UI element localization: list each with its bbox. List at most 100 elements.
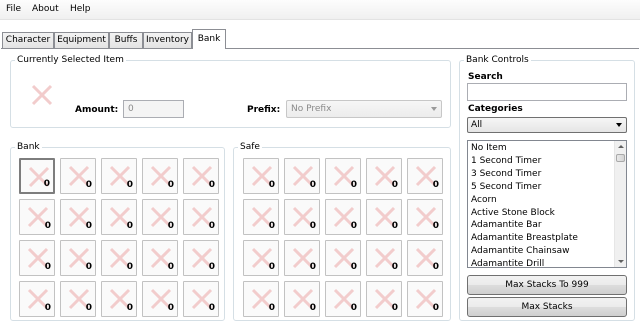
slot-count: 0 (208, 221, 215, 231)
bank-controls-title: Bank Controls (464, 54, 531, 66)
bank-slot[interactable]: 0 (19, 281, 55, 317)
arrow-down-icon (618, 260, 624, 263)
safe-slot[interactable]: 0 (325, 199, 361, 235)
scroll-down-button[interactable] (615, 256, 626, 267)
bank-slot[interactable]: 0 (19, 240, 55, 276)
tab-buffs[interactable]: Buffs (109, 32, 143, 49)
red-x-icon (31, 84, 53, 106)
safe-slot[interactable]: 0 (407, 281, 443, 317)
bank-slot[interactable]: 0 (142, 281, 178, 317)
list-item[interactable]: Adamantite Bar (471, 219, 542, 231)
categories-label: Categories (468, 104, 523, 114)
slot-count: 0 (167, 262, 174, 272)
bank-slot[interactable]: 0 (101, 199, 137, 235)
list-item[interactable]: 3 Second Timer (471, 168, 541, 180)
list-item[interactable]: Adamantite Breastplate (471, 232, 578, 244)
tab-bank[interactable]: Bank (192, 29, 226, 49)
list-item[interactable]: Adamantite Drill (471, 258, 544, 267)
bank-slot[interactable]: 0 (60, 158, 96, 194)
bank-slot[interactable]: 0 (183, 281, 219, 317)
slot-count: 0 (44, 303, 51, 313)
max-stacks-button[interactable]: Max Stacks (467, 297, 627, 317)
bank-slot[interactable]: 0 (183, 240, 219, 276)
list-item[interactable]: No Item (471, 142, 507, 154)
menu-file[interactable]: File (6, 4, 21, 14)
slot-count: 0 (167, 221, 174, 231)
slot-count: 0 (391, 221, 398, 231)
bank-slot[interactable]: 0 (142, 240, 178, 276)
safe-slot[interactable]: 0 (407, 199, 443, 235)
bank-slot[interactable]: 0 (60, 281, 96, 317)
slot-count: 0 (391, 262, 398, 272)
bank-slot[interactable]: 0 (142, 199, 178, 235)
bank-slot[interactable]: 0 (19, 199, 55, 235)
prefix-label: Prefix: (247, 105, 281, 115)
list-item[interactable]: 1 Second Timer (471, 155, 541, 167)
search-input[interactable] (467, 83, 627, 101)
list-scrollbar[interactable] (614, 141, 626, 267)
safe-slot[interactable]: 0 (325, 158, 361, 194)
slot-count: 0 (85, 180, 92, 190)
safe-slot[interactable]: 0 (366, 158, 402, 194)
safe-group: Safe 0 0 0 0 0 0 0 0 0 0 0 0 0 0 0 0 0 0 0 0 (233, 141, 451, 321)
list-item[interactable]: Active Stone Block (471, 207, 555, 219)
safe-slot-grid: 0 0 0 0 0 0 0 0 0 0 0 0 0 0 0 0 0 0 0 0 (243, 158, 443, 317)
bank-slot[interactable]: 0 (19, 158, 55, 194)
tab-equipment[interactable]: Equipment (54, 32, 109, 49)
chevron-down-icon (431, 107, 437, 111)
safe-slot[interactable]: 0 (243, 158, 279, 194)
list-item[interactable]: 5 Second Timer (471, 181, 541, 193)
safe-slot[interactable]: 0 (407, 240, 443, 276)
safe-slot[interactable]: 0 (366, 240, 402, 276)
safe-slot[interactable]: 0 (366, 199, 402, 235)
slot-count: 0 (85, 221, 92, 231)
slot-count: 0 (391, 180, 398, 190)
scroll-up-button[interactable] (615, 141, 626, 152)
prefix-value: No Prefix (291, 104, 332, 114)
list-item[interactable]: Acorn (471, 194, 497, 206)
safe-slot[interactable]: 0 (243, 281, 279, 317)
bank-slot[interactable]: 0 (60, 199, 96, 235)
tab-inventory[interactable]: Inventory (143, 32, 192, 49)
menu-bar: File About Help (0, 0, 640, 20)
bank-slot[interactable]: 0 (183, 199, 219, 235)
safe-slot[interactable]: 0 (366, 281, 402, 317)
bank-slot[interactable]: 0 (60, 240, 96, 276)
bank-slot[interactable]: 0 (101, 158, 137, 194)
amount-field[interactable]: 0 (123, 100, 184, 118)
safe-slot[interactable]: 0 (284, 199, 320, 235)
slot-count: 0 (44, 221, 51, 231)
slot-count: 0 (268, 180, 275, 190)
selected-item-group: Currently Selected Item Amount: 0 Prefix… (10, 54, 451, 128)
list-item[interactable]: Adamantite Chainsaw (471, 245, 569, 257)
safe-slot[interactable]: 0 (284, 240, 320, 276)
prefix-dropdown[interactable]: No Prefix (286, 100, 442, 118)
categories-dropdown[interactable]: All (467, 117, 627, 133)
slot-count: 0 (167, 303, 174, 313)
item-list[interactable]: No Item 1 Second Timer 3 Second Timer 5 Sec… (467, 140, 627, 268)
scroll-thumb[interactable] (616, 154, 625, 162)
bank-slot[interactable]: 0 (142, 158, 178, 194)
menu-help[interactable]: Help (70, 4, 91, 14)
slot-count: 0 (350, 180, 357, 190)
safe-slot[interactable]: 0 (284, 158, 320, 194)
tab-character[interactable]: Character (2, 32, 54, 49)
safe-slot[interactable]: 0 (284, 281, 320, 317)
bank-controls-group: Bank Controls Search Categories All No I… (459, 54, 635, 321)
max-stacks-999-button[interactable]: Max Stacks To 999 (467, 275, 627, 295)
safe-slot[interactable]: 0 (325, 281, 361, 317)
bank-slot[interactable]: 0 (101, 281, 137, 317)
safe-slot[interactable]: 0 (243, 199, 279, 235)
bank-title: Bank (15, 141, 42, 153)
menu-about[interactable]: About (32, 4, 59, 14)
slot-count: 0 (126, 262, 133, 272)
bank-slot[interactable]: 0 (101, 240, 137, 276)
bank-slot[interactable]: 0 (183, 158, 219, 194)
slot-count: 0 (126, 221, 133, 231)
safe-slot[interactable]: 0 (325, 240, 361, 276)
slot-count: 0 (268, 221, 275, 231)
slot-count: 0 (208, 303, 215, 313)
safe-slot[interactable]: 0 (243, 240, 279, 276)
safe-slot[interactable]: 0 (407, 158, 443, 194)
slot-count: 0 (126, 303, 133, 313)
